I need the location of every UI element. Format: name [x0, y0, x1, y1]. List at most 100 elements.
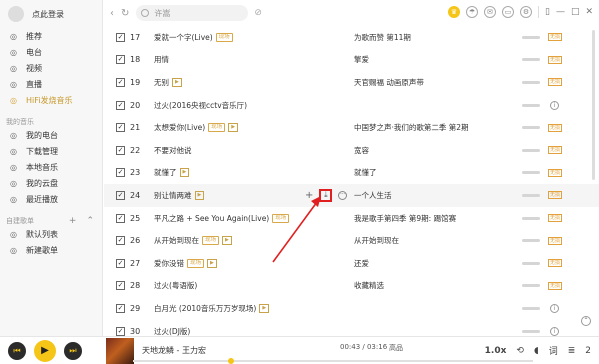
- sidebar-item-my-radio[interactable]: ◎ 我的电台: [0, 127, 102, 143]
- album-name[interactable]: 一个人生活: [354, 190, 392, 201]
- sidebar-item-hifi[interactable]: ◎ HiFi发烧音乐: [0, 92, 102, 108]
- row-checkbox[interactable]: ✓: [116, 303, 125, 313]
- sidebar-item-list[interactable]: ◎ 默认列表: [0, 226, 102, 242]
- settings-icon[interactable]: ⚙: [519, 6, 532, 18]
- mail-icon[interactable]: ✉: [483, 6, 496, 18]
- song-title[interactable]: 别让情两难 ▶: [154, 190, 205, 201]
- album-name[interactable]: 就懂了: [354, 167, 377, 178]
- song-title[interactable]: 过火(2016央视cctv音乐厅): [154, 100, 247, 111]
- row-checkbox[interactable]: ✓: [116, 32, 125, 42]
- mv-badge[interactable]: ▶: [222, 236, 232, 246]
- song-title[interactable]: 爱你没错 现场 ▶: [154, 258, 217, 269]
- close-icon[interactable]: ✕: [585, 7, 593, 17]
- vip-icon[interactable]: ♛: [447, 6, 460, 18]
- add-icon[interactable]: +: [305, 190, 313, 201]
- row-checkbox[interactable]: ✓: [116, 145, 125, 155]
- album-name[interactable]: 中国梦之声·我们的歌第二季 第2期: [354, 122, 469, 133]
- row-checkbox[interactable]: ✓: [116, 100, 125, 110]
- song-title[interactable]: 白月光 (2010音乐万万岁现场) ▶: [154, 303, 270, 314]
- profile[interactable]: 点此登录: [0, 0, 102, 28]
- volume-icon[interactable]: ◖: [534, 346, 539, 356]
- row-checkbox[interactable]: ✓: [116, 168, 125, 178]
- mv-badge[interactable]: ▶: [179, 168, 190, 178]
- table-row[interactable]: ✓ 17 爱就一个字(Live) 现场 为歌而赞 第11期 无损: [104, 26, 599, 49]
- previous-icon[interactable]: ⏮: [8, 341, 26, 360]
- info-icon[interactable]: i: [550, 100, 559, 110]
- sidebar-item-recent[interactable]: ◎ 最近播放: [0, 191, 102, 207]
- song-title[interactable]: 无别 ▶: [154, 77, 182, 88]
- table-row[interactable]: ✓ 19 无别 ▶ 天官赐福 动画原声带 无损: [104, 71, 599, 94]
- table-row[interactable]: ✓ 18 用情 擎爱 无损: [104, 49, 599, 72]
- album-name[interactable]: 擎爱: [354, 54, 369, 65]
- login-link[interactable]: 点此登录: [32, 9, 64, 20]
- song-title[interactable]: 过火(粤语版): [154, 280, 197, 291]
- mv-badge[interactable]: ▶: [259, 303, 270, 313]
- scroll-top-icon[interactable]: ⌃: [581, 316, 591, 326]
- song-title[interactable]: 平凡之路 + See You Again(Live) 现场: [154, 213, 290, 224]
- recognize-icon[interactable]: ⊘: [254, 8, 262, 18]
- table-row[interactable]: ✓ 27 爱你没错 现场 ▶ 还爱 无损: [104, 252, 599, 275]
- song-title[interactable]: 爱就一个字(Live) 现场: [154, 32, 233, 43]
- add-playlist-icon[interactable]: +: [69, 216, 77, 226]
- progress-bar[interactable]: [133, 358, 533, 364]
- more-icon[interactable]: ···: [338, 190, 348, 200]
- row-checkbox[interactable]: ✓: [116, 77, 125, 87]
- row-checkbox[interactable]: ✓: [116, 55, 125, 65]
- maximize-icon[interactable]: □: [571, 7, 580, 17]
- speed-button[interactable]: 1.0x: [485, 346, 507, 356]
- table-row[interactable]: ✓ 29 白月光 (2010音乐万万岁现场) ▶ i: [104, 297, 599, 320]
- album-name[interactable]: 从开始到现在: [354, 235, 399, 246]
- sidebar-item-live[interactable]: ◎ 直播: [0, 76, 102, 92]
- shirt-icon[interactable]: ☂: [465, 6, 478, 18]
- table-row[interactable]: ✓ 25 平凡之路 + See You Again(Live) 现场 我是歌手第四季 第…: [104, 207, 599, 230]
- row-checkbox[interactable]: ✓: [116, 236, 125, 246]
- album-name[interactable]: 宽容: [354, 145, 369, 156]
- song-title[interactable]: 从开始到现在 现场 ▶: [154, 235, 232, 246]
- song-title[interactable]: 过火(DJ版): [154, 326, 190, 337]
- song-title[interactable]: 太想爱你(Live) 现场 ▶: [154, 122, 239, 133]
- album-name[interactable]: 还爱: [354, 258, 369, 269]
- song-title[interactable]: 用情: [154, 54, 169, 65]
- song-title[interactable]: 就懂了 ▶: [154, 167, 190, 178]
- table-row[interactable]: ✓ 22 不要对他说 宽容 无损: [104, 139, 599, 162]
- row-checkbox[interactable]: ✓: [116, 190, 125, 200]
- table-row[interactable]: ✓ 24 别让情两难 ▶ 一个人生活 无损 + ⤓ ···: [104, 184, 599, 207]
- table-row[interactable]: ✓ 21 太想爱你(Live) 现场 ▶ 中国梦之声·我们的歌第二季 第2期 无损: [104, 116, 599, 139]
- quality-selector[interactable]: 高品: [389, 343, 403, 353]
- mv-badge[interactable]: ▶: [207, 258, 217, 268]
- lyrics-icon[interactable]: 词: [549, 344, 558, 357]
- row-checkbox[interactable]: ✓: [116, 123, 125, 133]
- next-icon[interactable]: ⏭: [64, 341, 82, 360]
- album-name[interactable]: 收藏精选: [354, 280, 384, 291]
- row-checkbox[interactable]: ✓: [116, 326, 125, 336]
- album-cover[interactable]: [106, 337, 134, 364]
- sidebar-item-local-music[interactable]: ◎ 本地音乐: [0, 159, 102, 175]
- table-row[interactable]: ✓ 28 过火(粤语版) 收藏精选 无损: [104, 275, 599, 298]
- minimize-icon[interactable]: —: [556, 7, 565, 17]
- table-row[interactable]: ✓ 20 过火(2016央视cctv音乐厅) i: [104, 94, 599, 117]
- sidebar-item-cloud[interactable]: ◎ 我的云盘: [0, 175, 102, 191]
- row-checkbox[interactable]: ✓: [116, 213, 125, 223]
- download-icon[interactable]: ⤓: [319, 188, 333, 202]
- sidebar-item-download[interactable]: ◎ 下载管理: [0, 143, 102, 159]
- table-row[interactable]: ✓ 23 就懂了 ▶ 就懂了 无损: [104, 162, 599, 185]
- collapse-icon[interactable]: ⌃: [86, 216, 94, 226]
- album-name[interactable]: 天官赐福 动画原声带: [354, 77, 424, 88]
- info-icon[interactable]: i: [550, 326, 559, 336]
- row-checkbox[interactable]: ✓: [116, 281, 125, 291]
- playlist-icon[interactable]: ≣: [568, 346, 576, 356]
- play-icon[interactable]: ▶: [34, 339, 56, 362]
- album-name[interactable]: 我是歌手第四季 第9期: 踢馆赛: [354, 213, 456, 224]
- miniplayer-icon[interactable]: ▯: [545, 7, 550, 17]
- now-playing[interactable]: 天地龙鳞 - 王力宏: [142, 345, 342, 356]
- loop-icon[interactable]: ⟲: [516, 346, 524, 356]
- avatar[interactable]: [8, 6, 24, 22]
- info-icon[interactable]: i: [550, 303, 559, 313]
- scrollbar[interactable]: [592, 30, 595, 180]
- refresh-icon[interactable]: ↻: [121, 8, 129, 19]
- table-row[interactable]: ✓ 26 从开始到现在 现场 ▶ 从开始到现在 无损: [104, 229, 599, 252]
- mv-badge[interactable]: ▶: [228, 123, 239, 133]
- album-name[interactable]: 为歌而赞 第11期: [354, 32, 411, 43]
- sidebar-item-recommend[interactable]: ◎ 推荐: [0, 28, 102, 44]
- mv-badge[interactable]: ▶: [194, 190, 205, 200]
